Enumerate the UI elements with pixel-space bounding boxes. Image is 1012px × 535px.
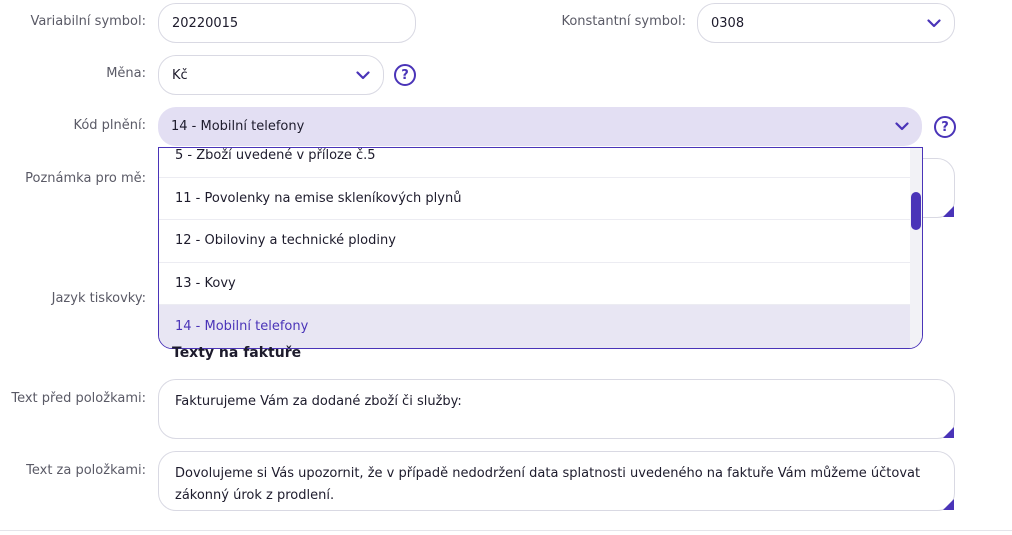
resize-handle-icon[interactable] <box>943 499 954 510</box>
dropdown-option[interactable]: 13 - Kovy <box>159 263 911 305</box>
dropdown-scrollbar[interactable] <box>910 148 922 348</box>
text-before-items-textarea[interactable]: Fakturujeme Vám za dodané zboží či služb… <box>158 379 955 439</box>
text-before-items-value: Fakturujeme Vám za dodané zboží či služb… <box>175 394 462 409</box>
currency-select[interactable]: Kč <box>158 55 384 95</box>
fulfillment-code-value: 14 - Mobilní telefony <box>171 119 305 134</box>
text-before-items-label: Text před položkami: <box>11 391 146 406</box>
dropdown-option[interactable]: 5 - Zboží uvedené v příloze č.5 <box>159 148 911 178</box>
variable-symbol-value: 20220015 <box>172 15 239 31</box>
help-circle-icon[interactable]: ? <box>394 64 416 86</box>
fulfillment-code-label: Kód plnění: <box>73 118 146 133</box>
note-label: Poznámka pro mě: <box>25 171 146 186</box>
text-after-items-textarea[interactable]: Dovolujeme si Vás upozornit, že v případ… <box>158 451 955 511</box>
fulfillment-code-dropdown[interactable]: 5 - Zboží uvedené v příloze č.5 11 - Pov… <box>158 147 923 349</box>
chevron-down-icon <box>355 67 371 83</box>
fulfillment-code-select[interactable]: 14 - Mobilní telefony <box>158 107 922 146</box>
resize-handle-icon[interactable] <box>943 427 954 438</box>
divider <box>0 530 1012 531</box>
text-after-items-value: Dovolujeme si Vás upozornit, že v případ… <box>175 466 921 503</box>
dropdown-option-selected[interactable]: 14 - Mobilní telefony <box>159 305 911 348</box>
dropdown-option[interactable]: 11 - Povolenky na emise skleníkových ply… <box>159 178 911 220</box>
text-after-items-label: Text za položkami: <box>26 463 146 478</box>
variable-symbol-label: Variabilní symbol: <box>30 14 146 29</box>
chevron-down-icon <box>894 119 910 135</box>
constant-symbol-value: 0308 <box>711 15 745 31</box>
constant-symbol-label: Konstantní symbol: <box>561 14 686 29</box>
currency-value: Kč <box>172 67 188 83</box>
invoice-texts-title: Texty na faktuře <box>172 345 302 361</box>
currency-label: Měna: <box>106 66 146 81</box>
dropdown-option-list: 5 - Zboží uvedené v příloze č.5 11 - Pov… <box>159 148 911 348</box>
dropdown-option[interactable]: 12 - Obiloviny a technické plodiny <box>159 220 911 263</box>
chevron-down-icon <box>926 15 942 31</box>
variable-symbol-input[interactable]: 20220015 <box>158 3 416 43</box>
resize-handle-icon[interactable] <box>943 206 954 217</box>
constant-symbol-select[interactable]: 0308 <box>697 3 955 43</box>
print-language-label: Jazyk tiskovky: <box>51 291 146 306</box>
scrollbar-thumb[interactable] <box>911 192 921 230</box>
help-circle-icon[interactable]: ? <box>934 116 956 138</box>
